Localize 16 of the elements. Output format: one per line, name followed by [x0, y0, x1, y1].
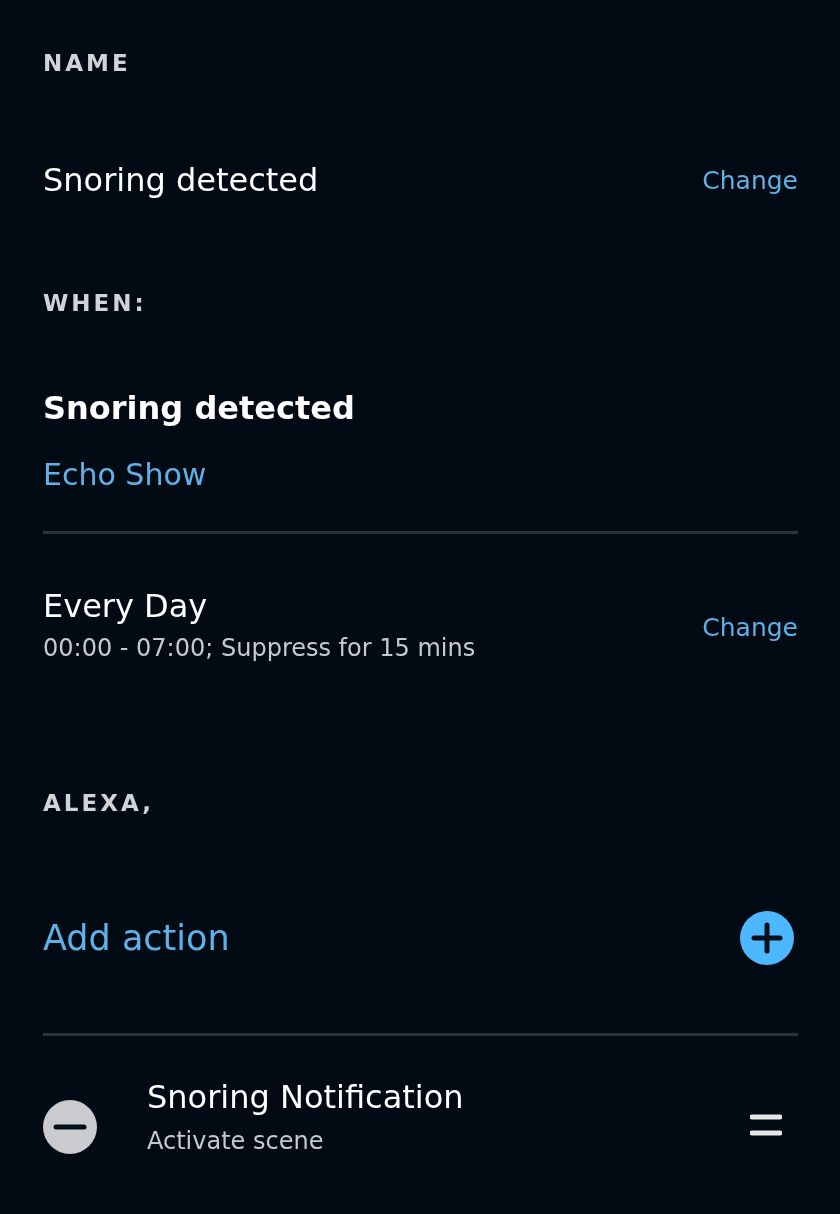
add-action-link[interactable]: Add action	[43, 911, 230, 965]
section-heading: ALEXA,	[43, 791, 155, 815]
change-link[interactable]: Change	[702, 608, 798, 647]
trigger-title: Snoring detected	[43, 390, 356, 426]
action-subtitle: Activate scene	[147, 1126, 325, 1158]
schedule-title: Every Day	[43, 588, 209, 624]
section-heading: NAME	[43, 52, 132, 75]
add-icon[interactable]	[740, 910, 794, 965]
drag-handle-icon[interactable]	[750, 1114, 782, 1137]
change-link[interactable]: Change	[702, 162, 798, 200]
remove-icon[interactable]	[43, 1100, 97, 1155]
action-title: Snoring Notification	[147, 1079, 465, 1116]
schedule-detail: 00:00 - 07:00; Suppress for 15 mins	[43, 632, 476, 664]
section-heading: WHEN:	[43, 291, 148, 315]
device-link[interactable]: Echo Show	[43, 451, 207, 497]
routine-name: Snoring detected	[43, 163, 319, 199]
